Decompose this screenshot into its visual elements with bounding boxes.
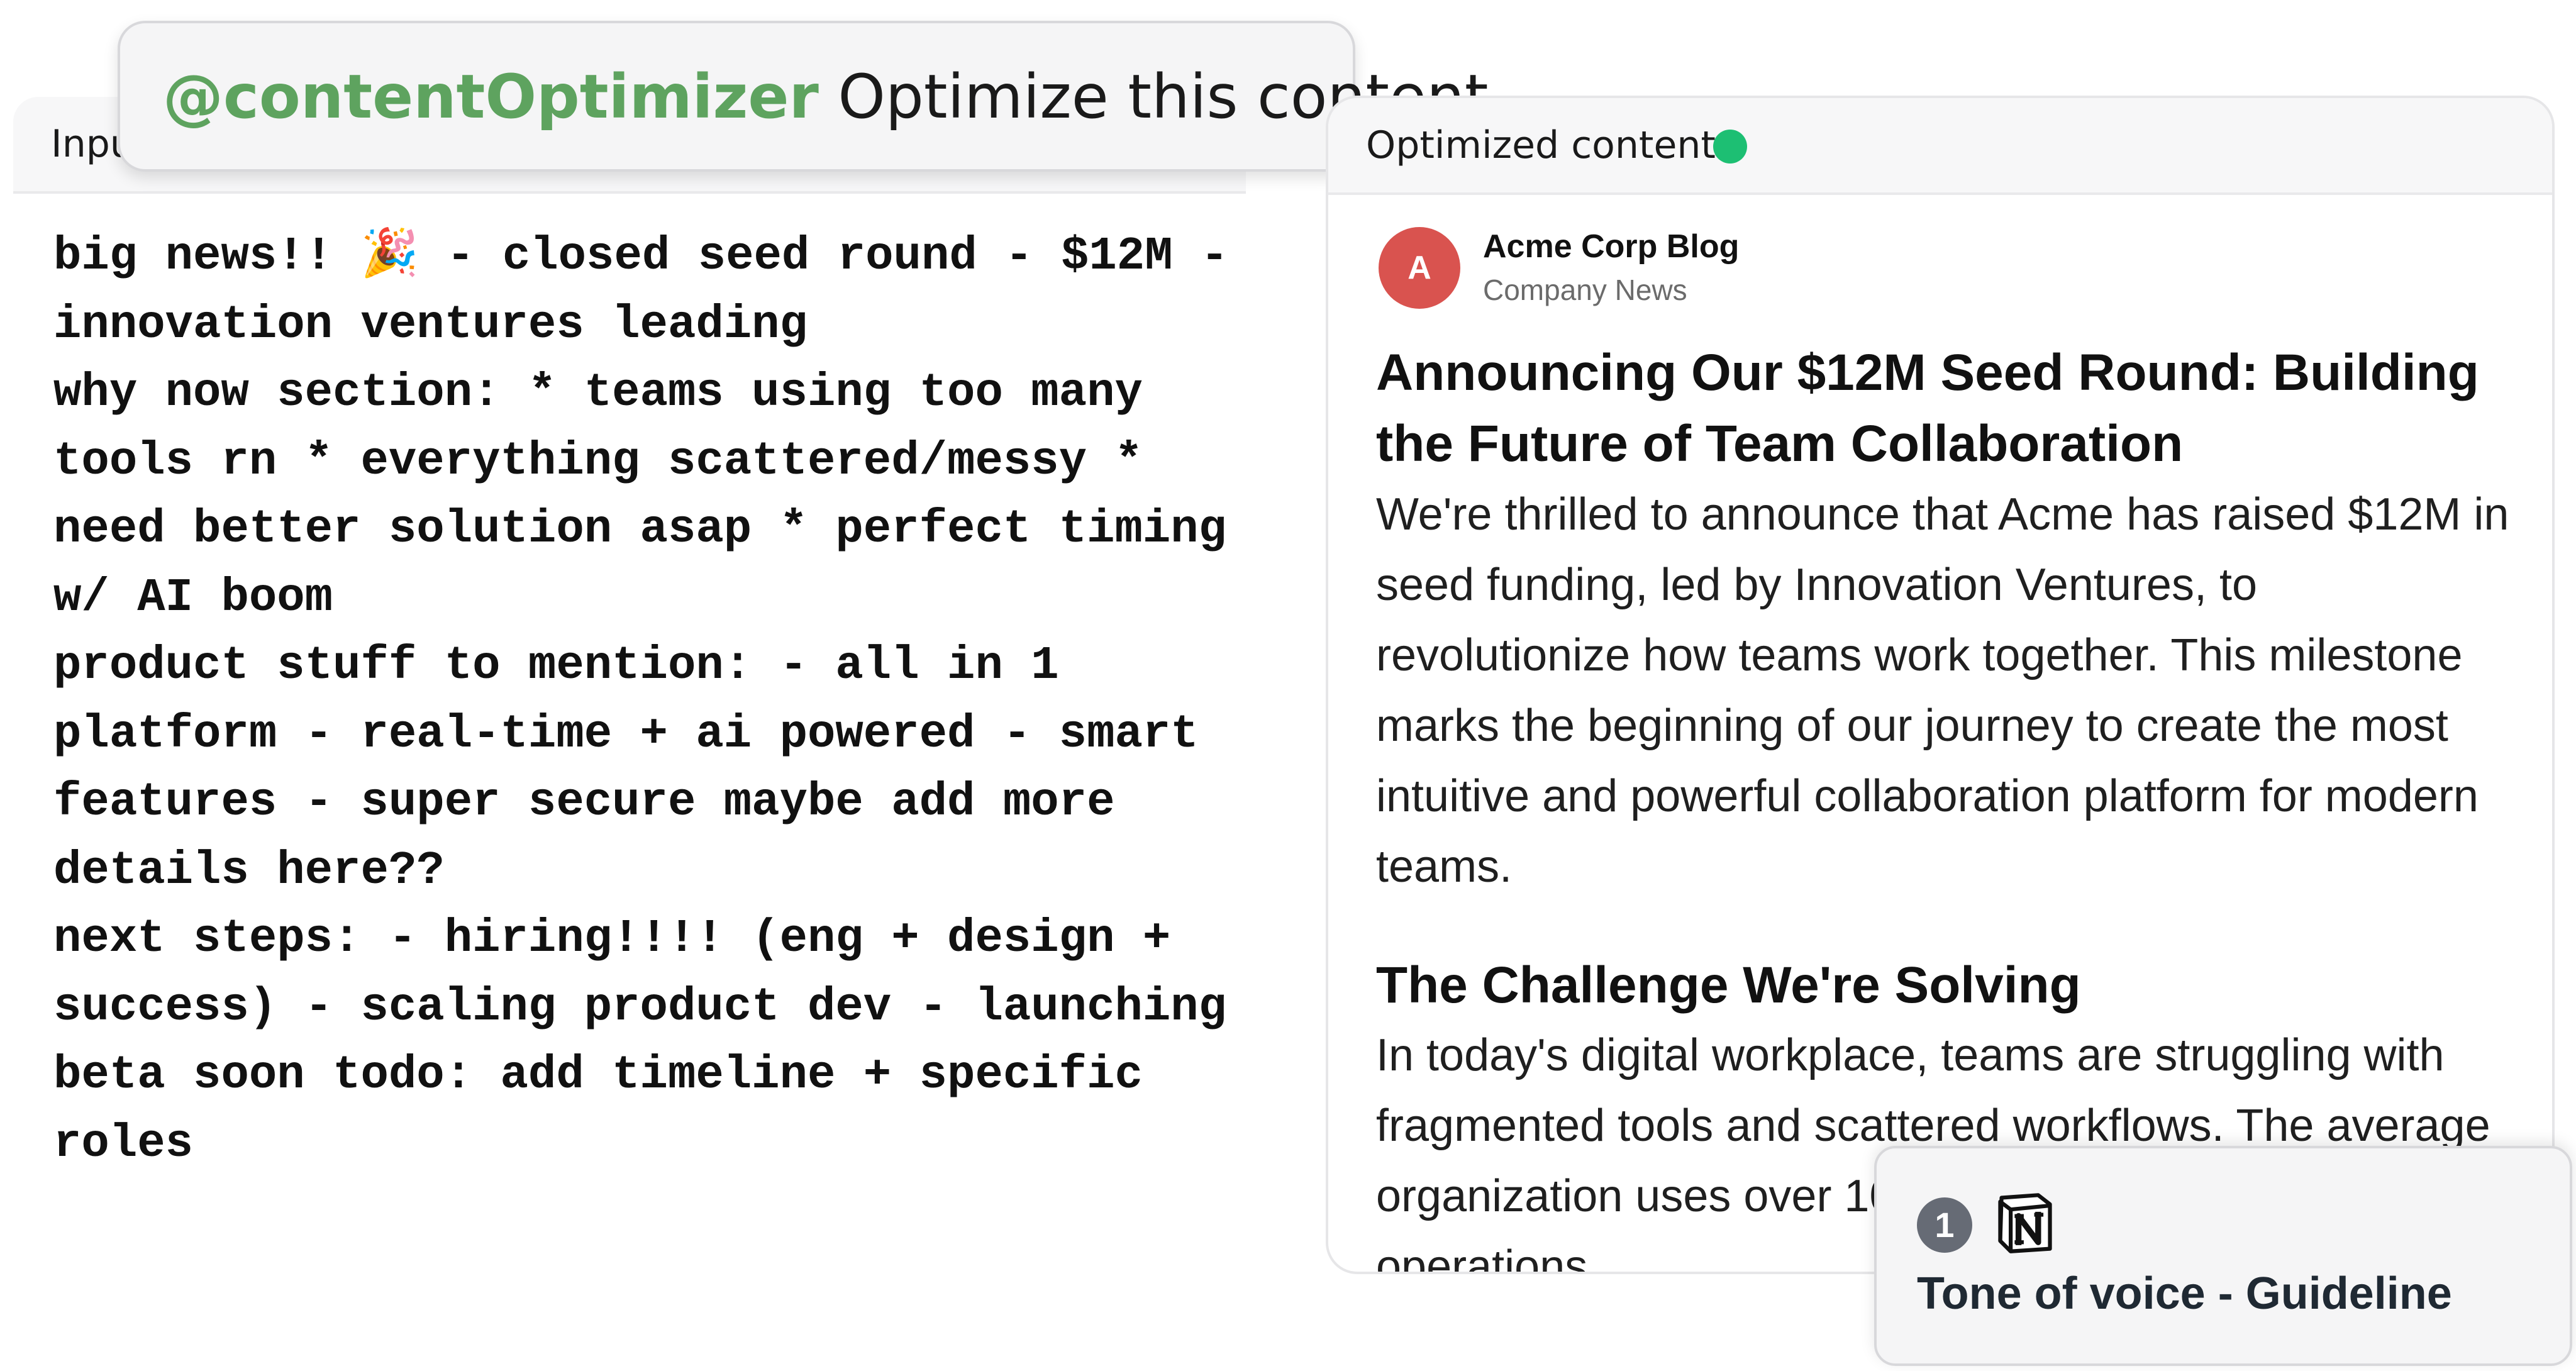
blog-name: Acme Corp Blog xyxy=(1483,228,1740,265)
command-text: @contentOptimizer Optimize this content xyxy=(163,62,1489,131)
input-paragraph: next steps: - hiring!!!! (eng + design +… xyxy=(53,913,1227,1170)
input-text-area[interactable]: big news!! 🎉 - closed seed round - $12M … xyxy=(53,223,1248,1178)
status-indicator-dot xyxy=(1713,130,1747,164)
article-intro: We're thrilled to announce that Acme has… xyxy=(1376,489,2509,892)
input-panel: Input big news!! 🎉 - closed seed round -… xyxy=(13,97,1246,1292)
notion-icon xyxy=(1998,1193,2052,1253)
output-panel: Optimized content A Acme Corp Blog Compa… xyxy=(1326,96,2555,1274)
reference-card[interactable]: 1 Tone of voice - Guideline xyxy=(1874,1146,2572,1366)
reference-title: Tone of voice - Guideline xyxy=(1917,1268,2452,1319)
output-panel-header: Optimized content xyxy=(1328,98,2552,195)
input-paragraph: why now section: * teams using too many … xyxy=(53,367,1227,624)
output-panel-title: Optimized content xyxy=(1366,123,1716,167)
agent-mention[interactable]: @contentOptimizer xyxy=(163,62,819,132)
reference-count-badge: 1 xyxy=(1917,1197,1972,1253)
input-paragraph: product stuff to mention: - all in 1 pla… xyxy=(53,640,1199,897)
section-heading: The Challenge We're Solving xyxy=(1376,957,2081,1014)
input-paragraph: big news!! 🎉 - closed seed round - $12M … xyxy=(53,230,1229,352)
article-content: Announcing Our $12M Seed Round: Building… xyxy=(1376,337,2521,1272)
article-title: Announcing Our $12M Seed Round: Building… xyxy=(1376,344,2479,472)
avatar: A xyxy=(1379,227,1460,309)
command-bubble[interactable]: @contentOptimizer Optimize this content xyxy=(118,21,1489,172)
blog-category: Company News xyxy=(1483,274,1687,306)
